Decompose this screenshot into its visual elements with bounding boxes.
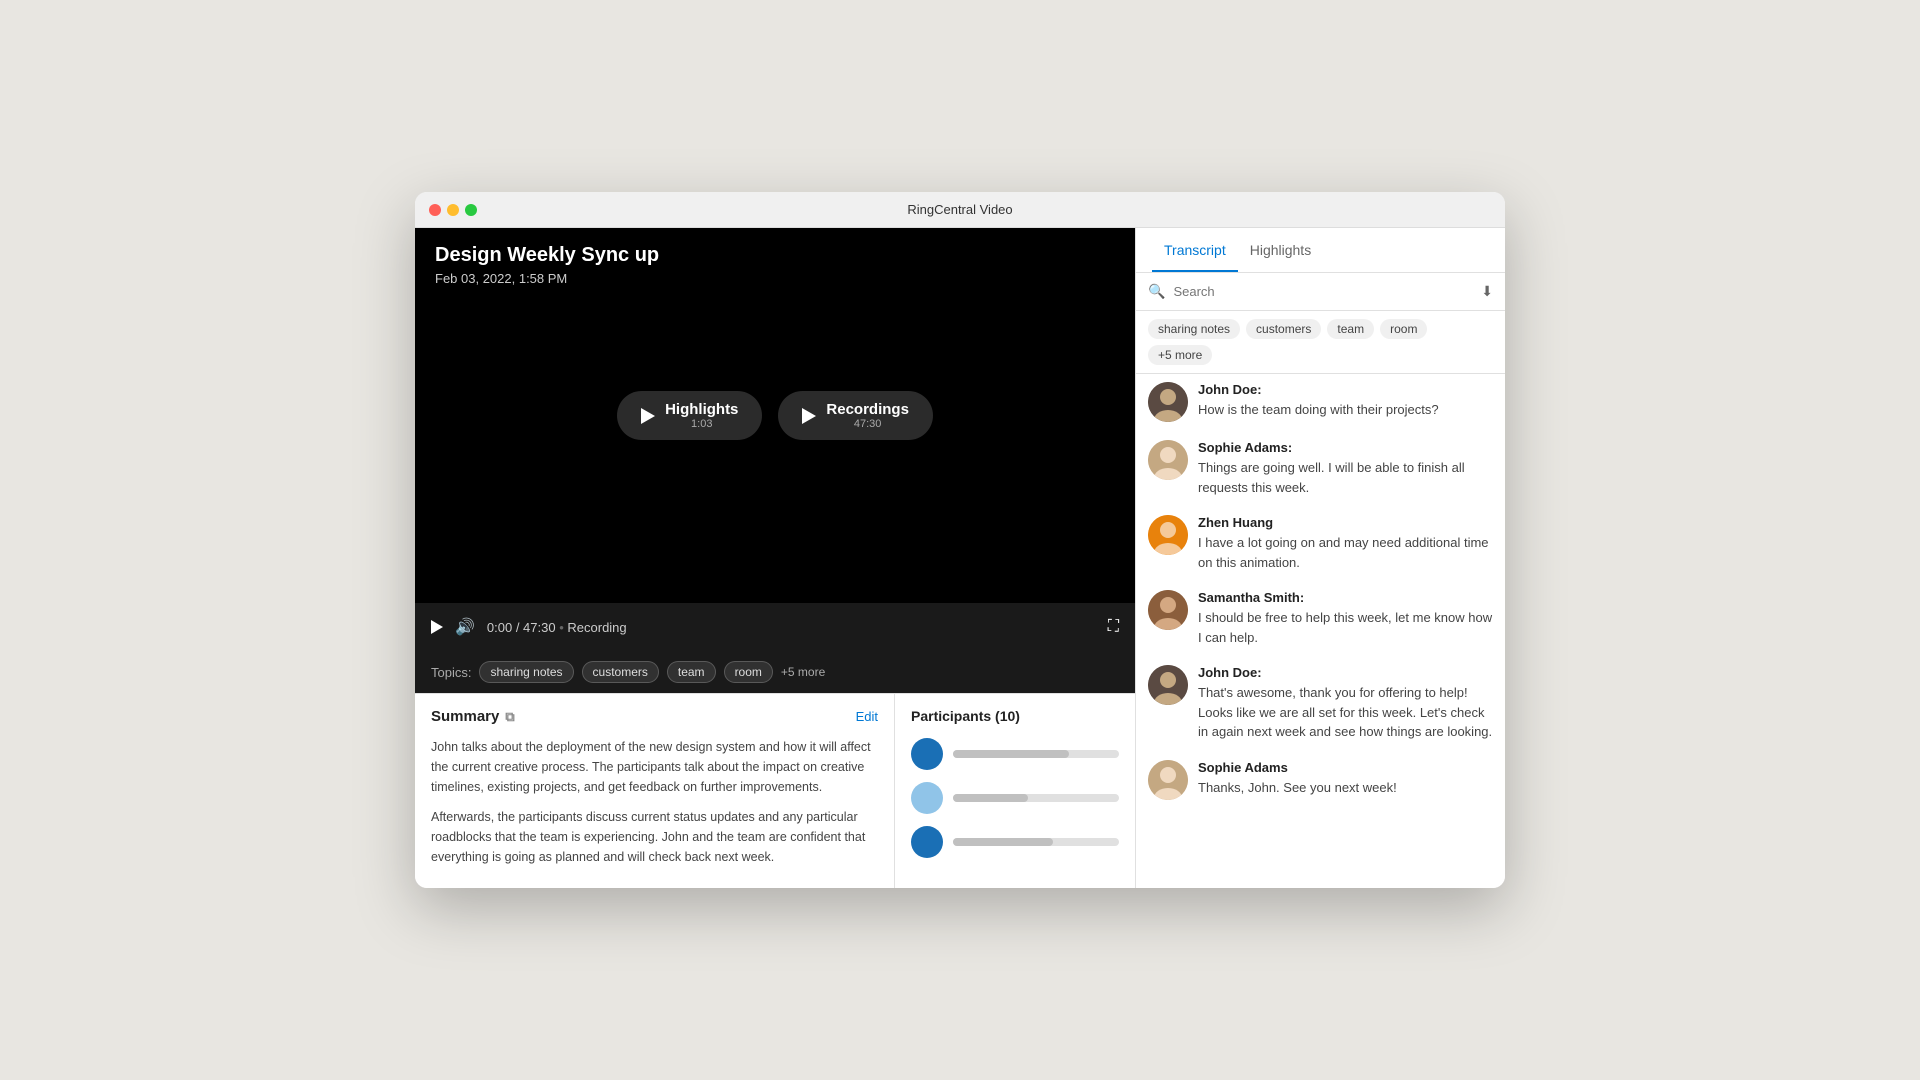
msg-name-5: John Doe: bbox=[1198, 665, 1493, 680]
participant-item-3 bbox=[911, 826, 1119, 858]
download-icon[interactable]: ⬇ bbox=[1481, 283, 1493, 300]
msg-name-3: Zhen Huang bbox=[1198, 515, 1493, 530]
tab-highlights[interactable]: Highlights bbox=[1238, 228, 1323, 272]
message-1: John Doe: How is the team doing with the… bbox=[1148, 382, 1493, 422]
time-display: 0:00 / 47:30 • Recording bbox=[487, 620, 1096, 635]
edit-button[interactable]: Edit bbox=[856, 709, 878, 724]
video-buttons: Highlights 1:03 Recordings 47:30 bbox=[617, 391, 933, 440]
participants-title: Participants (10) bbox=[911, 708, 1119, 724]
topic-tag-team[interactable]: team bbox=[667, 661, 716, 683]
transcript-messages: John Doe: How is the team doing with the… bbox=[1136, 374, 1505, 888]
fullscreen-button[interactable]: ⛶ bbox=[1108, 618, 1119, 636]
msg-text-4: I should be free to help this week, let … bbox=[1198, 608, 1493, 647]
participant-avatar-1 bbox=[911, 738, 943, 770]
topic-tag-room[interactable]: room bbox=[724, 661, 773, 683]
play-triangle-icon bbox=[431, 620, 443, 634]
participant-item-1 bbox=[911, 738, 1119, 770]
message-4: Samantha Smith: I should be free to help… bbox=[1148, 590, 1493, 647]
msg-name-1: John Doe: bbox=[1198, 382, 1439, 397]
msg-text-3: I have a lot going on and may need addit… bbox=[1198, 533, 1493, 572]
participant-bar-3 bbox=[953, 838, 1119, 846]
transcript-tag-team[interactable]: team bbox=[1327, 319, 1374, 339]
avatar-john-doe-1 bbox=[1148, 382, 1188, 422]
search-input[interactable] bbox=[1173, 284, 1473, 299]
topics-label: Topics: bbox=[431, 665, 471, 680]
topic-tag-customers[interactable]: customers bbox=[582, 661, 659, 683]
transcript-tag-customers[interactable]: customers bbox=[1246, 319, 1321, 339]
maximize-button[interactable] bbox=[465, 204, 477, 216]
message-2: Sophie Adams: Things are going well. I w… bbox=[1148, 440, 1493, 497]
summary-paragraph-2: Afterwards, the participants discuss cur… bbox=[431, 807, 878, 867]
tab-transcript[interactable]: Transcript bbox=[1152, 228, 1238, 272]
msg-text-1: How is the team doing with their project… bbox=[1198, 400, 1439, 420]
search-row: 🔍 ⬇ bbox=[1136, 273, 1505, 311]
msg-text-6: Thanks, John. See you next week! bbox=[1198, 778, 1397, 798]
volume-icon: 🔊 bbox=[455, 617, 475, 637]
transcript-tag-sharing-notes[interactable]: sharing notes bbox=[1148, 319, 1240, 339]
participant-avatar-2 bbox=[911, 782, 943, 814]
msg-name-4: Samantha Smith: bbox=[1198, 590, 1493, 605]
volume-button[interactable]: 🔊 bbox=[455, 617, 475, 637]
participant-bar-1 bbox=[953, 750, 1119, 758]
video-area: Design Weekly Sync up Feb 03, 2022, 1:58… bbox=[415, 228, 1135, 603]
avatar-zhen-huang bbox=[1148, 515, 1188, 555]
topics-bar: Topics: sharing notes customers team roo… bbox=[415, 651, 1135, 693]
msg-text-5: That's awesome, thank you for offering t… bbox=[1198, 683, 1493, 742]
participant-avatar-3 bbox=[911, 826, 943, 858]
close-button[interactable] bbox=[429, 204, 441, 216]
avatar-sophie-adams-1 bbox=[1148, 440, 1188, 480]
msg-name-6: Sophie Adams bbox=[1198, 760, 1397, 775]
summary-header: Summary ⧉ Edit bbox=[431, 708, 878, 725]
traffic-lights bbox=[429, 204, 477, 216]
avatar-sophie-adams-2 bbox=[1148, 760, 1188, 800]
summary-paragraph-1: John talks about the deployment of the n… bbox=[431, 737, 878, 797]
right-panel: Transcript Highlights 🔍 ⬇ sharing notes … bbox=[1135, 228, 1505, 888]
recordings-duration: 47:30 bbox=[826, 418, 909, 430]
summary-section: Summary ⧉ Edit John talks about the depl… bbox=[415, 694, 895, 888]
play-button[interactable] bbox=[431, 620, 443, 634]
left-panel: Design Weekly Sync up Feb 03, 2022, 1:58… bbox=[415, 228, 1135, 888]
recordings-label: Recordings bbox=[826, 401, 909, 418]
main-content: Design Weekly Sync up Feb 03, 2022, 1:58… bbox=[415, 228, 1505, 888]
message-5: John Doe: That's awesome, thank you for … bbox=[1148, 665, 1493, 742]
transcript-tag-more[interactable]: +5 more bbox=[1148, 345, 1212, 365]
topic-tag-sharing-notes[interactable]: sharing notes bbox=[479, 661, 573, 683]
search-icon: 🔍 bbox=[1148, 283, 1165, 300]
avatar-john-doe-2 bbox=[1148, 665, 1188, 705]
video-controls: 🔊 0:00 / 47:30 • Recording ⛶ bbox=[415, 603, 1135, 651]
msg-text-2: Things are going well. I will be able to… bbox=[1198, 458, 1493, 497]
fullscreen-icon: ⛶ bbox=[1108, 618, 1119, 636]
video-header: Design Weekly Sync up Feb 03, 2022, 1:58… bbox=[435, 244, 659, 286]
avatar-samantha-smith bbox=[1148, 590, 1188, 630]
highlights-duration: 1:03 bbox=[665, 418, 738, 430]
msg-name-2: Sophie Adams: bbox=[1198, 440, 1493, 455]
topic-more[interactable]: +5 more bbox=[781, 665, 825, 679]
video-date: Feb 03, 2022, 1:58 PM bbox=[435, 271, 659, 286]
summary-title: Summary ⧉ bbox=[431, 708, 515, 725]
recordings-button[interactable]: Recordings 47:30 bbox=[778, 391, 933, 440]
video-title: Design Weekly Sync up bbox=[435, 244, 659, 267]
highlights-label: Highlights bbox=[665, 401, 738, 418]
participants-section: Participants (10) bbox=[895, 694, 1135, 888]
titlebar: RingCentral Video bbox=[415, 192, 1505, 228]
copy-icon[interactable]: ⧉ bbox=[505, 709, 514, 725]
highlights-button[interactable]: Highlights 1:03 bbox=[617, 391, 762, 440]
tabs-row: Transcript Highlights bbox=[1136, 228, 1505, 273]
minimize-button[interactable] bbox=[447, 204, 459, 216]
bottom-panel: Summary ⧉ Edit John talks about the depl… bbox=[415, 693, 1135, 888]
play-icon-2 bbox=[802, 408, 816, 424]
play-icon bbox=[641, 408, 655, 424]
participant-item-2 bbox=[911, 782, 1119, 814]
app-window: RingCentral Video Design Weekly Sync up … bbox=[415, 192, 1505, 888]
message-6: Sophie Adams Thanks, John. See you next … bbox=[1148, 760, 1493, 800]
window-title: RingCentral Video bbox=[907, 202, 1012, 217]
participant-bar-2 bbox=[953, 794, 1119, 802]
transcript-tags-row: sharing notes customers team room +5 mor… bbox=[1136, 311, 1505, 374]
transcript-tag-room[interactable]: room bbox=[1380, 319, 1427, 339]
summary-text: John talks about the deployment of the n… bbox=[431, 737, 878, 867]
message-3: Zhen Huang I have a lot going on and may… bbox=[1148, 515, 1493, 572]
